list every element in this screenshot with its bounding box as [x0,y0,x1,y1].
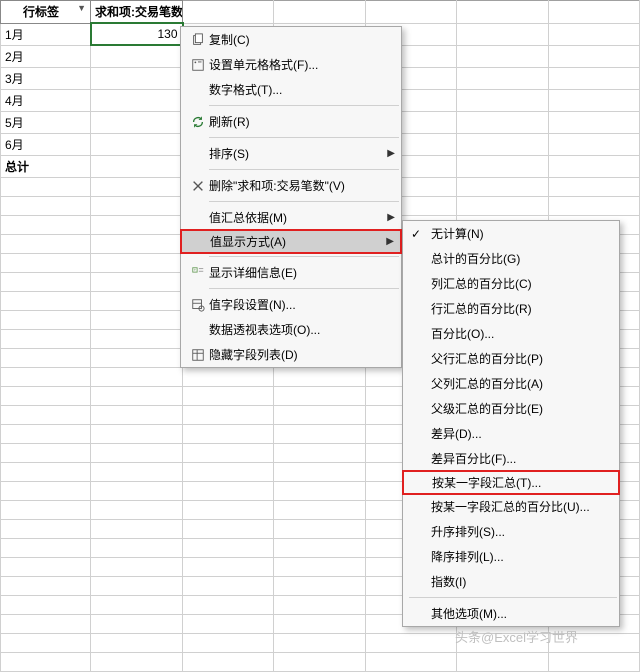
check-icon: ✓ [411,227,421,241]
row-label[interactable]: 3月 [1,67,91,89]
submenu-no-calc[interactable]: ✓无计算(N) [403,221,619,246]
submenu-diff[interactable]: 差异(D)... [403,421,619,446]
format-cells-icon [187,58,209,72]
total-row[interactable]: 总计 [1,155,91,177]
submenu-pct-parent[interactable]: 父级汇总的百分比(E) [403,396,619,421]
active-cell[interactable]: 130 [91,23,183,45]
menu-summarize-by[interactable]: 值汇总依据(M)▶ [181,205,401,230]
submenu-rank-desc[interactable]: 降序排列(L)... [403,544,619,569]
submenu-pct-running[interactable]: 按某一字段汇总的百分比(U)... [403,494,619,519]
menu-field-settings[interactable]: 值字段设置(N)... [181,292,401,317]
chevron-right-icon: ▶ [387,212,395,223]
menu-number-format[interactable]: 数字格式(T)... [181,77,401,102]
submenu-pct-diff[interactable]: 差异百分比(F)... [403,446,619,471]
show-values-as-submenu: ✓无计算(N) 总计的百分比(G) 列汇总的百分比(C) 行汇总的百分比(R) … [402,220,620,627]
remove-icon [187,179,209,193]
menu-remove-field[interactable]: 删除"求和项:交易笔数"(V) [181,173,401,198]
chevron-right-icon: ▶ [387,148,395,159]
menu-pivot-options[interactable]: 数据透视表选项(O)... [181,317,401,342]
submenu-rank-asc[interactable]: 升序排列(S)... [403,519,619,544]
svg-text:+: + [194,267,197,272]
submenu-pct-parent-row[interactable]: 父行汇总的百分比(P) [403,346,619,371]
menu-hide-field-list[interactable]: 隐藏字段列表(D) [181,342,401,367]
row-label[interactable]: 1月 [1,23,91,45]
row-label[interactable]: 2月 [1,45,91,67]
field-settings-icon [187,298,209,312]
submenu-pct-col[interactable]: 列汇总的百分比(C) [403,271,619,296]
details-icon: + [187,266,209,280]
row-label[interactable]: 6月 [1,133,91,155]
submenu-pct-row[interactable]: 行汇总的百分比(R) [403,296,619,321]
menu-show-values-as[interactable]: 值显示方式(A)▶ [180,229,402,254]
row-label[interactable]: 5月 [1,111,91,133]
menu-copy[interactable]: 复制(C) [181,27,401,52]
menu-sort[interactable]: 排序(S)▶ [181,141,401,166]
refresh-icon [187,115,209,129]
header-sumfield[interactable]: 求和项:交易笔数 [91,1,183,24]
submenu-index[interactable]: 指数(I) [403,569,619,594]
menu-show-details[interactable]: + 显示详细信息(E) [181,260,401,285]
field-list-icon [187,348,209,362]
submenu-more[interactable]: 其他选项(M)... [403,601,619,626]
copy-icon [187,33,209,47]
submenu-pct-grand[interactable]: 总计的百分比(G) [403,246,619,271]
dropdown-icon[interactable]: ▼ [77,3,86,13]
submenu-pct-parent-col[interactable]: 父列汇总的百分比(A) [403,371,619,396]
chevron-right-icon: ▶ [386,236,394,247]
submenu-pct-of[interactable]: 百分比(O)... [403,321,619,346]
submenu-running-total[interactable]: 按某一字段汇总(T)... [402,470,620,495]
context-menu: 复制(C) 设置单元格格式(F)... 数字格式(T)... 刷新(R) 排序(… [180,26,402,368]
menu-refresh[interactable]: 刷新(R) [181,109,401,134]
header-rowlabels[interactable]: 行标签▼ [1,1,91,24]
row-label[interactable]: 4月 [1,89,91,111]
menu-format-cells[interactable]: 设置单元格格式(F)... [181,52,401,77]
